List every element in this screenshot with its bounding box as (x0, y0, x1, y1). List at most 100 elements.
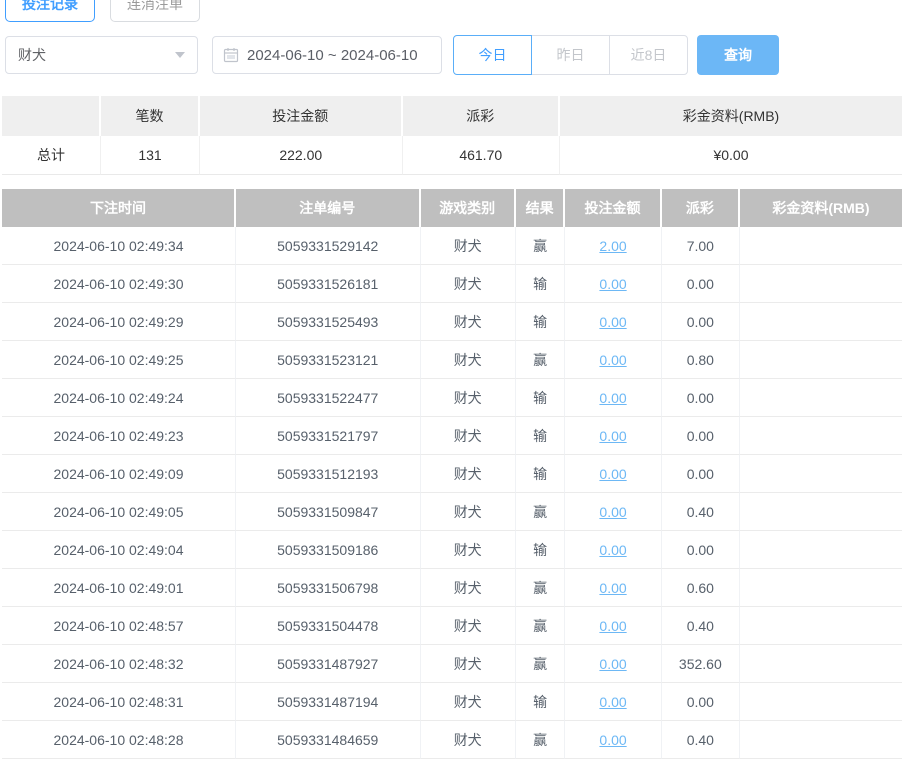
bet-amount-link[interactable]: 0.00 (599, 276, 626, 292)
cell-bet-amount: 0.00 (565, 683, 661, 721)
cell-result: 赢 (516, 607, 566, 645)
table-row: 2024-06-10 02:48:575059331504478财犬赢0.000… (2, 607, 902, 645)
date-range-picker[interactable]: 2024-06-10 ~ 2024-06-10 (212, 36, 442, 74)
bet-amount-link[interactable]: 0.00 (599, 542, 626, 558)
summary-bonus: ¥0.00 (560, 136, 902, 175)
cell-order-number: 5059331487194 (236, 683, 421, 721)
table-row: 2024-06-10 02:49:305059331526181财犬输0.000… (2, 265, 902, 303)
summary-header-cell-3: 派彩 (403, 96, 561, 136)
cell-payout: 0.00 (662, 531, 740, 569)
cell-bet-time: 2024-06-10 02:49:24 (2, 379, 236, 417)
summary-header-row: 笔数投注金额派彩彩金资料(RMB) (2, 96, 902, 136)
game-type-select[interactable]: 财犬 (5, 36, 198, 74)
records-header-cell-2: 游戏类别 (421, 189, 516, 227)
cell-bet-amount: 0.00 (565, 341, 661, 379)
cell-order-number: 5059331506798 (236, 569, 421, 607)
cell-game-type: 财犬 (421, 227, 516, 265)
cell-game-type: 财犬 (421, 379, 516, 417)
cell-bet-amount: 2.00 (565, 227, 661, 265)
cell-bet-time: 2024-06-10 02:48:57 (2, 607, 236, 645)
table-row: 2024-06-10 02:49:045059331509186财犬输0.000… (2, 531, 902, 569)
records-header-cell-5: 派彩 (662, 189, 740, 227)
cell-game-type: 财犬 (421, 303, 516, 341)
bet-amount-link[interactable]: 0.00 (599, 352, 626, 368)
cell-bet-amount: 0.00 (565, 417, 661, 455)
cell-bet-time: 2024-06-10 02:48:32 (2, 645, 236, 683)
cell-bet-time: 2024-06-10 02:48:31 (2, 683, 236, 721)
records-header-row: 下注时间注单编号游戏类别结果投注金额派彩彩金资料(RMB) (2, 189, 902, 227)
cell-bonus (740, 379, 902, 417)
cell-game-type: 财犬 (421, 721, 516, 759)
quick-date-button-1[interactable]: 昨日 (531, 35, 610, 75)
cell-bet-time: 2024-06-10 02:48:28 (2, 721, 236, 759)
cell-bonus (740, 721, 902, 759)
cell-order-number: 5059331525493 (236, 303, 421, 341)
cell-bet-amount: 0.00 (565, 303, 661, 341)
summary-payout: 461.70 (403, 136, 561, 175)
bet-amount-link[interactable]: 0.00 (599, 580, 626, 596)
cell-bonus (740, 417, 902, 455)
table-row: 2024-06-10 02:49:015059331506798财犬赢0.000… (2, 569, 902, 607)
date-range-value: 2024-06-10 ~ 2024-06-10 (247, 47, 418, 64)
bet-amount-link[interactable]: 0.00 (599, 694, 626, 710)
records-header-cell-6: 彩金资料(RMB) (740, 189, 902, 227)
cell-bet-amount: 0.00 (565, 607, 661, 645)
game-type-select-value: 财犬 (18, 45, 46, 65)
cell-order-number: 5059331521797 (236, 417, 421, 455)
summary-table: 笔数投注金额派彩彩金资料(RMB) 总计 131 222.00 461.70 ¥… (2, 96, 902, 175)
cell-game-type: 财犬 (421, 455, 516, 493)
cell-payout: 0.00 (662, 417, 740, 455)
calendar-icon (223, 47, 239, 63)
cell-bet-time: 2024-06-10 02:49:09 (2, 455, 236, 493)
cell-payout: 0.40 (662, 721, 740, 759)
table-row: 2024-06-10 02:49:255059331523121财犬赢0.000… (2, 341, 902, 379)
bet-amount-link[interactable]: 0.00 (599, 428, 626, 444)
tab-betting-records[interactable]: 投注记录 (5, 0, 95, 22)
cell-bet-time: 2024-06-10 02:49:05 (2, 493, 236, 531)
bet-amount-link[interactable]: 0.00 (599, 732, 626, 748)
cell-bet-time: 2024-06-10 02:49:04 (2, 531, 236, 569)
bet-amount-link[interactable]: 0.00 (599, 466, 626, 482)
summary-bet-amount: 222.00 (200, 136, 403, 175)
records-header-cell-3: 结果 (516, 189, 566, 227)
quick-date-button-0[interactable]: 今日 (453, 35, 532, 75)
cell-payout: 0.80 (662, 341, 740, 379)
cell-payout: 0.00 (662, 379, 740, 417)
summary-header-cell-0 (2, 96, 101, 136)
quick-date-button-group: 今日昨日近8日 (453, 35, 688, 75)
cell-payout: 0.40 (662, 607, 740, 645)
chevron-down-icon (175, 52, 185, 58)
table-row: 2024-06-10 02:48:285059331484659财犬赢0.000… (2, 721, 902, 759)
search-button[interactable]: 查询 (697, 35, 779, 75)
bet-amount-link[interactable]: 0.00 (599, 618, 626, 634)
cell-payout: 0.00 (662, 265, 740, 303)
bet-amount-link[interactable]: 0.00 (599, 390, 626, 406)
cell-result: 赢 (516, 493, 566, 531)
quick-date-button-2[interactable]: 近8日 (609, 35, 688, 75)
cell-game-type: 财犬 (421, 531, 516, 569)
records-header-cell-4: 投注金额 (565, 189, 661, 227)
cell-bonus (740, 531, 902, 569)
bet-amount-link[interactable]: 2.00 (599, 238, 626, 254)
bet-amount-link[interactable]: 0.00 (599, 504, 626, 520)
cell-payout: 352.60 (662, 645, 740, 683)
cell-bonus (740, 607, 902, 645)
cell-order-number: 5059331526181 (236, 265, 421, 303)
cell-payout: 0.00 (662, 683, 740, 721)
bet-amount-link[interactable]: 0.00 (599, 314, 626, 330)
tab-cancelled-orders[interactable]: 连消注单 (110, 0, 200, 22)
records-table: 下注时间注单编号游戏类别结果投注金额派彩彩金资料(RMB) 2024-06-10… (2, 189, 902, 759)
cell-payout: 0.40 (662, 493, 740, 531)
tab-bar: 投注记录连消注单 (5, 0, 902, 22)
summary-header-cell-2: 投注金额 (200, 96, 403, 136)
cell-result: 输 (516, 531, 566, 569)
table-row: 2024-06-10 02:48:315059331487194财犬输0.000… (2, 683, 902, 721)
cell-game-type: 财犬 (421, 607, 516, 645)
bet-amount-link[interactable]: 0.00 (599, 656, 626, 672)
cell-result: 输 (516, 303, 566, 341)
cell-payout: 0.00 (662, 455, 740, 493)
cell-bet-amount: 0.00 (565, 721, 661, 759)
summary-total-row: 总计 131 222.00 461.70 ¥0.00 (2, 136, 902, 175)
records-header-cell-0: 下注时间 (2, 189, 236, 227)
cell-order-number: 5059331512193 (236, 455, 421, 493)
